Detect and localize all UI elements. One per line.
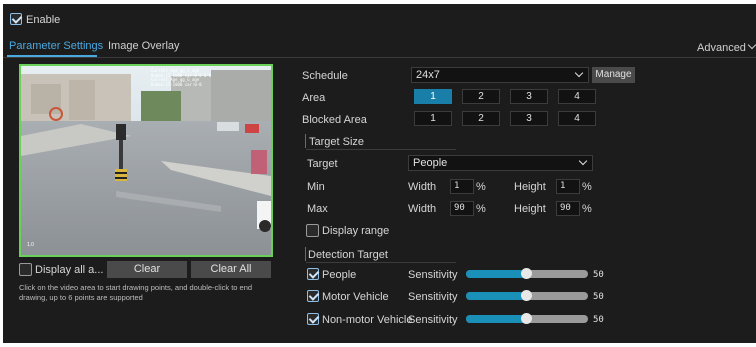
display-range-label: Display range [322,225,390,237]
area-button-2[interactable]: 2 [462,89,500,104]
slider-handle[interactable] [521,290,532,301]
min-width-input[interactable]: 1 [450,179,474,194]
chevron-down-icon[interactable] [747,40,756,50]
street-scene-image [21,66,271,255]
max-width-unit: % [476,203,486,215]
video-timestamp: 1.0 [27,242,34,248]
display-all-label: Display all a... [35,264,104,276]
min-width-unit: % [476,181,486,193]
enable-checkbox[interactable] [10,13,22,25]
max-height-input[interactable]: 90 [556,201,580,216]
min-height-input[interactable]: 1 [556,179,580,194]
area-button-4[interactable]: 4 [558,89,596,104]
max-height-unit: % [582,203,592,215]
detection-target-divider [306,262,456,263]
min-height-label: Height [514,181,546,193]
tab-parameter-settings[interactable]: Parameter Settings [9,40,103,52]
clear-all-button[interactable]: Clear All [191,261,271,278]
min-width-label: Width [408,181,437,193]
slider-fill [466,315,527,323]
clear-button[interactable]: Clear [107,261,187,278]
non-motor-vehicle-sensitivity-label: Sensitivity [408,314,458,326]
people-sensitivity-value: 50 [593,270,604,280]
video-overlay-text: Current_Age_gg_G_age Human:12-1000 car:0… [151,68,212,87]
blocked-area-button-3[interactable]: 3 [510,111,548,126]
chevron-down-icon [574,68,584,78]
people-sensitivity-label: Sensitivity [408,269,458,281]
enable-label: Enable [26,14,61,26]
display-range-checkbox[interactable] [306,224,319,237]
max-height-label: Height [514,203,546,215]
detection-target-bar [305,247,306,261]
max-width-input[interactable]: 90 [450,201,474,216]
detection-target-title: Detection Target [308,249,388,261]
manage-button[interactable]: Manage [592,67,635,83]
max-width-label: Width [408,203,437,215]
people-label: People [322,269,357,281]
area-button-3[interactable]: 3 [510,89,548,104]
chevron-down-icon [578,156,588,166]
area-label: Area [302,92,326,104]
non-motor-vehicle-sensitivity-value: 50 [593,315,604,325]
min-height-unit: % [582,181,592,193]
video-preview[interactable]: Current_Age_gg_G_age Human:12-1000 car:0… [19,64,273,257]
settings-panel: Enable Parameter Settings Image Overlay … [3,4,756,343]
tab-divider [3,57,756,58]
slider-fill [466,270,527,278]
blocked-area-button-1[interactable]: 1 [414,111,452,126]
schedule-label: Schedule [302,70,348,82]
non-motor-vehicle-label: Non-motor Vehicle [322,314,413,326]
schedule-select[interactable]: 24x7 [411,67,589,83]
target-label: Target [307,158,338,170]
motor-vehicle-sensitivity-value: 50 [593,292,604,302]
motor-vehicle-checkbox[interactable] [307,290,319,302]
target-size-divider [306,149,456,150]
tab-image-overlay[interactable]: Image Overlay [108,40,180,52]
min-label: Min [307,181,325,193]
slider-handle[interactable] [521,268,532,279]
slider-handle[interactable] [521,313,532,324]
blocked-area-button-2[interactable]: 2 [462,111,500,126]
motor-vehicle-label: Motor Vehicle [322,291,389,303]
advanced-dropdown[interactable]: Advanced [697,42,746,54]
max-label: Max [307,203,328,215]
target-size-bar [305,134,306,148]
drawing-hint: Click on the video area to start drawing… [19,283,253,302]
area-button-1[interactable]: 1 [414,89,452,104]
slider-fill [466,292,527,300]
display-all-checkbox[interactable] [19,263,32,276]
blocked-area-label: Blocked Area [302,114,367,126]
blocked-area-button-4[interactable]: 4 [558,111,596,126]
motor-vehicle-sensitivity-label: Sensitivity [408,291,458,303]
target-select[interactable]: People [408,155,593,171]
non-motor-vehicle-checkbox[interactable] [307,313,319,325]
target-size-title: Target Size [309,136,365,148]
people-checkbox[interactable] [307,268,319,280]
